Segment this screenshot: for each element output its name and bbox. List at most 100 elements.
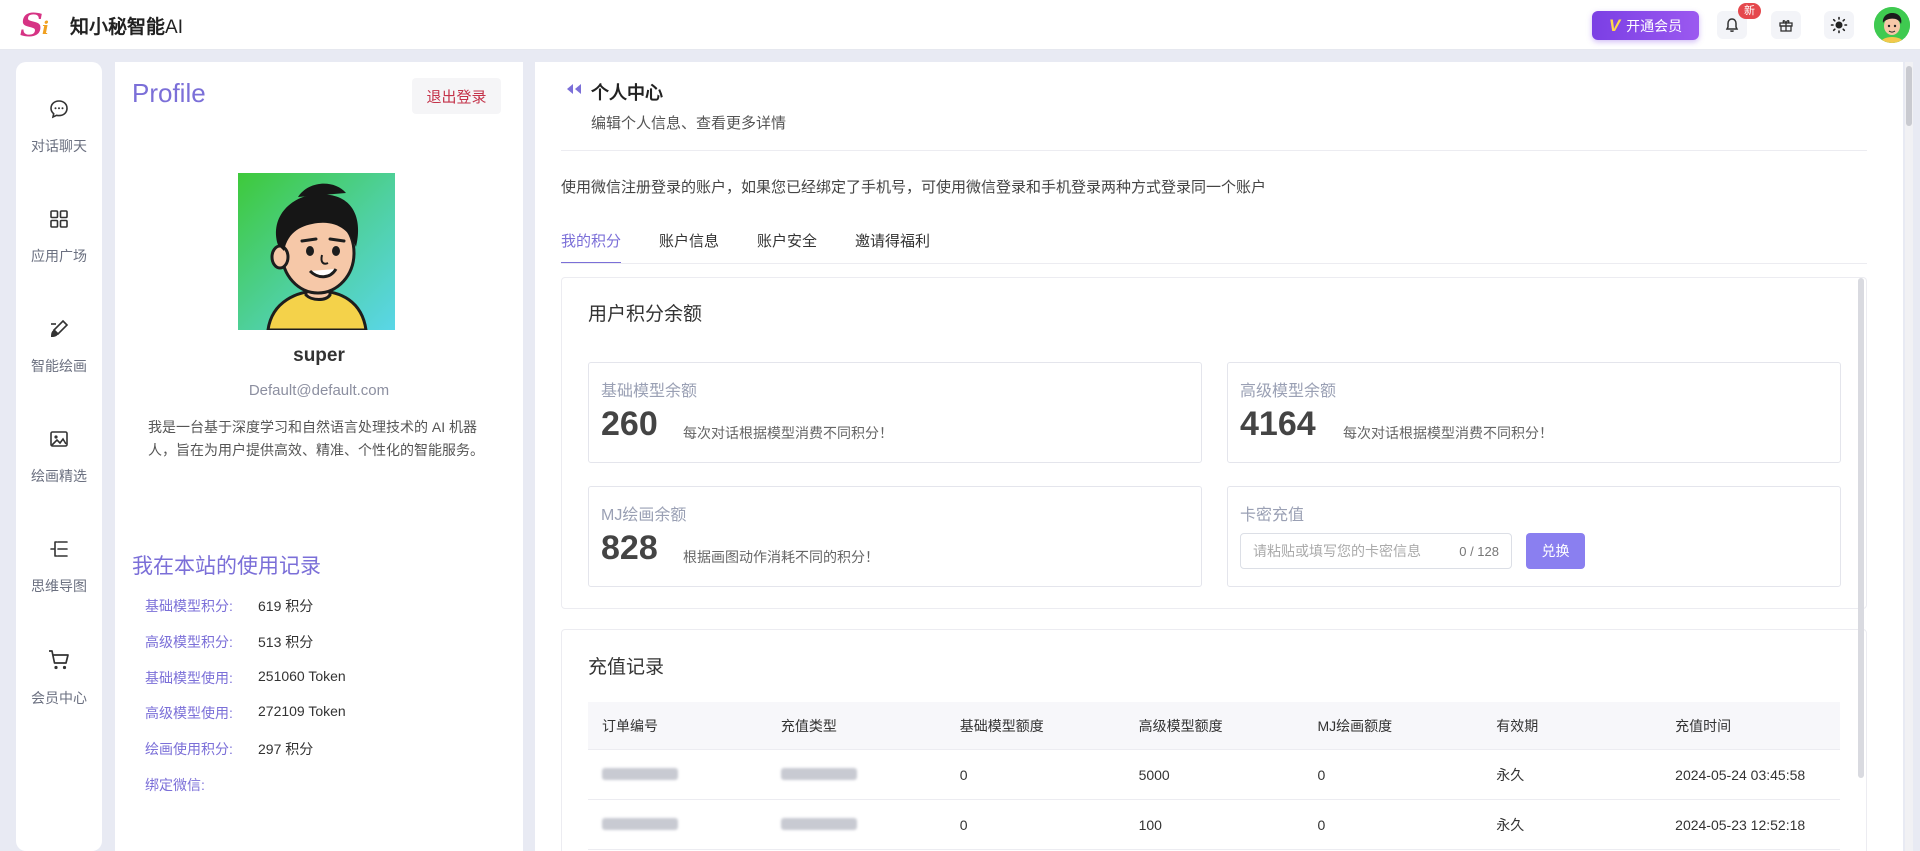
cell-validity: 永久 xyxy=(1496,816,1525,833)
usage-record-title: 我在本站的使用记录 xyxy=(132,555,321,578)
cell-time: 2024-05-23 12:52:18 xyxy=(1675,816,1806,833)
col-time: 充值时间 xyxy=(1675,717,1732,734)
stat-label: 基础模型余额 xyxy=(601,383,698,400)
col-mj-quota: MJ绘画额度 xyxy=(1317,717,1393,734)
redacted-text xyxy=(602,817,678,830)
nav-item-gallery[interactable]: 绘画精选 xyxy=(16,428,102,518)
stat-desc: 每次对话根据模型消费不同积分！ xyxy=(1343,425,1553,441)
tab-my-points[interactable]: 我的积分 xyxy=(561,230,622,264)
nav-item-member[interactable]: 会员中心 xyxy=(16,648,102,738)
tab-account-security[interactable]: 账户安全 xyxy=(757,230,817,264)
paint-brush-icon xyxy=(51,319,69,337)
profile-avatar[interactable] xyxy=(238,173,395,330)
stat-desc: 每次对话根据模型消费不同积分！ xyxy=(683,425,893,441)
cell-validity: 永久 xyxy=(1496,766,1525,783)
balance-title: 用户积分余额 xyxy=(588,304,703,325)
nav-item-mindmap[interactable]: 思维导图 xyxy=(16,538,102,628)
usage-key: 高级模型使用: xyxy=(145,705,233,721)
grid-apps-icon xyxy=(50,210,68,228)
usage-row: 基础模型使用: 251060 Token xyxy=(145,668,346,688)
stat-value: 828 xyxy=(601,529,658,567)
usage-row: 高级模型使用: 272109 Token xyxy=(145,703,346,723)
usage-value: 619 积分 xyxy=(258,598,314,614)
divider xyxy=(561,150,1867,151)
redeem-button[interactable]: 兑换 xyxy=(1526,533,1585,569)
redeem-code-input[interactable]: 请粘贴或填写您的卡密信息 0 / 128 xyxy=(1240,533,1512,569)
usage-key: 高级模型积分: xyxy=(145,634,233,650)
cell-order-id xyxy=(588,817,767,833)
new-badge: 新 xyxy=(1738,3,1761,19)
page-scrollbar-thumb[interactable] xyxy=(1906,66,1912,126)
cartoon-avatar-icon xyxy=(266,183,368,330)
redeem-char-counter: 0 / 128 xyxy=(1459,543,1499,559)
account-notice: 使用微信注册登录的账户，如果您已经绑定了手机号，可使用微信登录和手机登录两种方式… xyxy=(561,179,1267,196)
open-vip-button[interactable]: V 开通会员 xyxy=(1592,11,1699,40)
recharge-card: 充值记录 订单编号 充值类型 基础模型额度 高级模型额度 MJ绘画额度 有效期 … xyxy=(561,629,1867,851)
nav-label-gallery: 绘画精选 xyxy=(31,468,87,484)
stat-value: 4164 xyxy=(1240,405,1316,443)
tabs-underline xyxy=(561,263,1867,264)
redacted-text xyxy=(780,817,857,830)
col-adv-quota: 高级模型额度 xyxy=(1138,717,1223,734)
nav-label-chat: 对话聊天 xyxy=(31,138,87,154)
redeem-card: 卡密充值 请粘贴或填写您的卡密信息 0 / 128 兑换 xyxy=(1227,486,1841,587)
back-arrow-icon[interactable] xyxy=(565,82,583,96)
tab-account-info[interactable]: 账户信息 xyxy=(659,230,719,264)
usage-row: 高级模型积分: 513 积分 xyxy=(145,632,313,652)
nav-label-mindmap: 思维导图 xyxy=(31,578,87,594)
sun-icon xyxy=(1830,16,1848,34)
vip-icon: V xyxy=(1608,15,1621,35)
cell-order-id xyxy=(588,767,767,783)
nav-item-apps[interactable]: 应用广场 xyxy=(16,208,102,298)
usage-row: 绑定微信: xyxy=(145,775,258,795)
usage-key: 基础模型积分: xyxy=(145,598,233,614)
redacted-text xyxy=(780,767,857,780)
brand-name: 知小秘智能AI xyxy=(70,12,183,39)
stat-advanced-model: 高级模型余额 4164 每次对话根据模型消费不同积分！ xyxy=(1227,362,1841,463)
nav-label-apps: 应用广场 xyxy=(31,248,87,264)
stat-mj-draw: MJ绘画余额 828 根据画图动作消耗不同的积分！ xyxy=(588,486,1202,587)
col-validity: 有效期 xyxy=(1496,717,1539,734)
chat-bubble-icon xyxy=(50,100,68,119)
cell-time: 2024-05-24 03:45:58 xyxy=(1675,766,1806,783)
profile-panel: Profile 退出登录 super Default@default.com 我… xyxy=(115,62,523,851)
stat-label: MJ绘画余额 xyxy=(601,507,687,524)
recharge-title: 充值记录 xyxy=(588,657,665,678)
brand-text: 知小秘智能 xyxy=(70,17,166,38)
balance-card: 用户积分余额 基础模型余额 260 每次对话根据模型消费不同积分！ 高级模型余额… xyxy=(561,277,1867,609)
brand-ai: AI xyxy=(165,17,183,38)
theme-toggle-button[interactable] xyxy=(1824,11,1854,39)
tab-bar: 我的积分 账户信息 账户安全 邀请得福利 xyxy=(561,230,968,264)
nav-label-member: 会员中心 xyxy=(31,690,87,706)
cell-adv: 5000 xyxy=(1138,766,1170,783)
user-avatar-small[interactable] xyxy=(1874,7,1910,43)
gift-button[interactable] xyxy=(1771,11,1801,39)
logo-sub: i xyxy=(42,18,49,39)
table-row: 0 5000 0 永久 2024-05-24 03:45:58 xyxy=(588,750,1840,800)
logout-button[interactable]: 退出登录 xyxy=(412,78,501,114)
stat-label: 高级模型余额 xyxy=(1240,383,1337,400)
stat-desc: 根据画图动作消耗不同的积分！ xyxy=(683,549,879,565)
usage-value: 272109 Token xyxy=(258,703,346,719)
content-scrollbar[interactable] xyxy=(1858,278,1864,778)
nav-item-ai-draw[interactable]: 智能绘画 xyxy=(16,318,102,408)
page-scrollbar-track[interactable] xyxy=(1905,62,1913,851)
table-header: 订单编号 充值类型 基础模型额度 高级模型额度 MJ绘画额度 有效期 充值时间 xyxy=(588,702,1840,750)
app-logo[interactable]: S i xyxy=(20,8,56,42)
usage-value: 513 积分 xyxy=(258,634,314,650)
cell-type xyxy=(767,767,946,783)
usage-key: 绘画使用积分: xyxy=(145,741,233,757)
usage-key: 绑定微信: xyxy=(145,777,205,793)
bell-icon xyxy=(1725,18,1739,32)
main-panel: 个人中心 编辑个人信息、查看更多详情 使用微信注册登录的账户，如果您已经绑定了手… xyxy=(535,62,1903,851)
tab-invite-rewards[interactable]: 邀请得福利 xyxy=(855,230,930,264)
gift-icon xyxy=(1779,20,1793,32)
nav-item-chat[interactable]: 对话聊天 xyxy=(16,98,102,188)
stat-base-model: 基础模型余额 260 每次对话根据模型消费不同积分！ xyxy=(588,362,1202,463)
redeem-label: 卡密充值 xyxy=(1240,507,1305,524)
left-nav-rail: 对话聊天 应用广场 智能绘画 绘画精选 思维导图 会员中心 xyxy=(16,62,102,851)
shopping-cart-icon xyxy=(49,650,69,670)
profile-title: Profile xyxy=(132,78,206,108)
usage-row: 绘画使用积分: 297 积分 xyxy=(145,739,313,759)
profile-username: super xyxy=(293,345,345,366)
